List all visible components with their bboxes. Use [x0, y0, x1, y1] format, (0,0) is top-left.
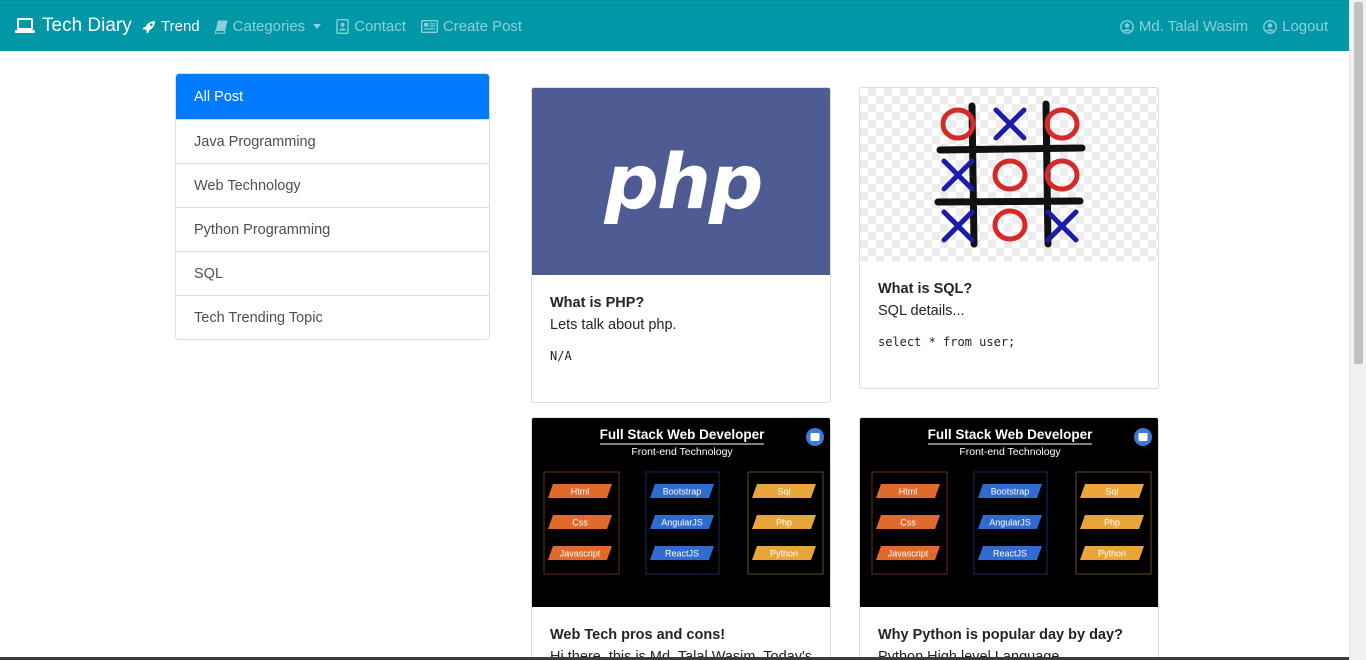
banner-tag-label: Bootstrap [663, 487, 702, 497]
scrollbar-thumb[interactable] [1354, 2, 1363, 364]
brand-link[interactable]: Tech Diary [15, 15, 132, 37]
banner-subtitle: Front-end Technology [631, 446, 733, 458]
post-title: Web Tech pros and cons! [550, 627, 726, 643]
banner-tag-label: Python [770, 549, 798, 559]
rocket-icon [142, 20, 155, 33]
banner-tag-label: Html [899, 487, 918, 497]
page-scrollbar[interactable] [1349, 0, 1366, 660]
post-card-python[interactable]: Full Stack Web Developer Front-end Techno… [859, 417, 1159, 660]
navbar: Tech Diary Trend Categories Contact Crea… [0, 0, 1349, 51]
banner-tag-label: Javascript [888, 549, 929, 559]
nav-trend-label: Trend [161, 18, 200, 35]
full-stack-banner: Full Stack Web Developer Front-end Techno… [871, 427, 1152, 575]
banner-title: Full Stack Web Developer [928, 427, 1094, 442]
banner-title: Full Stack Web Developer [600, 427, 766, 442]
nav-categories-dropdown[interactable]: Categories [214, 18, 322, 35]
banner-subtitle: Front-end Technology [959, 446, 1061, 458]
address-book-icon [336, 19, 349, 34]
banner-tag-label: Sql [777, 487, 790, 497]
post-code: N/A [550, 349, 572, 363]
banner-tag-label: ReactJS [993, 549, 1027, 559]
banner-tag-label: AngularJS [661, 518, 703, 528]
post-title: What is PHP? [550, 295, 645, 311]
nav-contact-label: Contact [354, 18, 406, 35]
banner-tag-label: AngularJS [989, 518, 1031, 528]
post-image-sql [860, 88, 1158, 261]
category-list: All Post Java Programming Web Technology… [175, 73, 490, 340]
post-title: Why Python is popular day by day? [878, 627, 1123, 643]
post-image-full-stack: Full Stack Web Developer Front-end Techno… [532, 418, 830, 607]
nav-categories-label: Categories [232, 18, 306, 35]
category-item-tech-trending-topic[interactable]: Tech Trending Topic [176, 295, 489, 339]
category-item-sql[interactable]: SQL [176, 251, 489, 295]
laptop-icon [15, 18, 35, 33]
newspaper-icon [420, 20, 438, 33]
category-item-web-technology[interactable]: Web Technology [176, 163, 489, 207]
banner-tag-label: Css [572, 518, 588, 528]
php-logo: php [604, 137, 764, 226]
banner-tag-label: Css [900, 518, 916, 528]
post-card-sql[interactable]: What is SQL? SQL details... select * fro… [859, 87, 1159, 389]
nav-logout[interactable]: Logout [1263, 18, 1328, 35]
post-code: select * from user; [878, 335, 1016, 349]
banner-tag-label: Php [1104, 518, 1120, 528]
banner-logo-mark [810, 433, 820, 441]
post-image-full-stack: Full Stack Web Developer Front-end Techno… [860, 418, 1158, 607]
banner-tag-label: Javascript [560, 549, 601, 559]
banner-tag-label: Php [776, 518, 792, 528]
banner-tag-label: Sql [1105, 487, 1118, 497]
category-item-java-programming[interactable]: Java Programming [176, 119, 489, 163]
post-image-php: php [532, 88, 830, 275]
banner-tag-label: Bootstrap [991, 487, 1030, 497]
post-description: SQL details... [878, 303, 965, 319]
nav-user-profile[interactable]: Md. Talal Wasim [1120, 18, 1248, 35]
banner-tag-label: ReactJS [665, 549, 699, 559]
nav-user-label: Md. Talal Wasim [1138, 18, 1249, 35]
post-description: Lets talk about php. [550, 317, 677, 333]
full-stack-banner: Full Stack Web Developer Front-end Techno… [543, 427, 824, 575]
brand-title: Tech Diary [42, 15, 132, 36]
user-circle-icon [1120, 19, 1134, 34]
nav-contact[interactable]: Contact [336, 18, 406, 35]
banner-tag-label: Python [1098, 549, 1126, 559]
category-item-all-post[interactable]: All Post [176, 74, 489, 119]
banner-logo-mark [1138, 433, 1148, 441]
post-card-web-tech[interactable]: Full Stack Web Developer Front-end Techno… [531, 417, 831, 660]
post-card-php[interactable]: php What is PHP? Lets talk about php. N/… [531, 87, 831, 403]
user-circle-icon [1263, 19, 1278, 34]
tic-tac-toe-image [934, 100, 1086, 248]
nav-create-post-label: Create Post [442, 18, 523, 35]
book-icon [214, 20, 228, 34]
post-title: What is SQL? [878, 281, 973, 297]
category-item-python-programming[interactable]: Python Programming [176, 207, 489, 251]
nav-create-post[interactable]: Create Post [420, 18, 523, 35]
nav-logout-label: Logout [1282, 18, 1328, 35]
nav-trend[interactable]: Trend [142, 18, 200, 35]
banner-tag-label: Html [571, 487, 590, 497]
chevron-down-icon [313, 24, 322, 29]
